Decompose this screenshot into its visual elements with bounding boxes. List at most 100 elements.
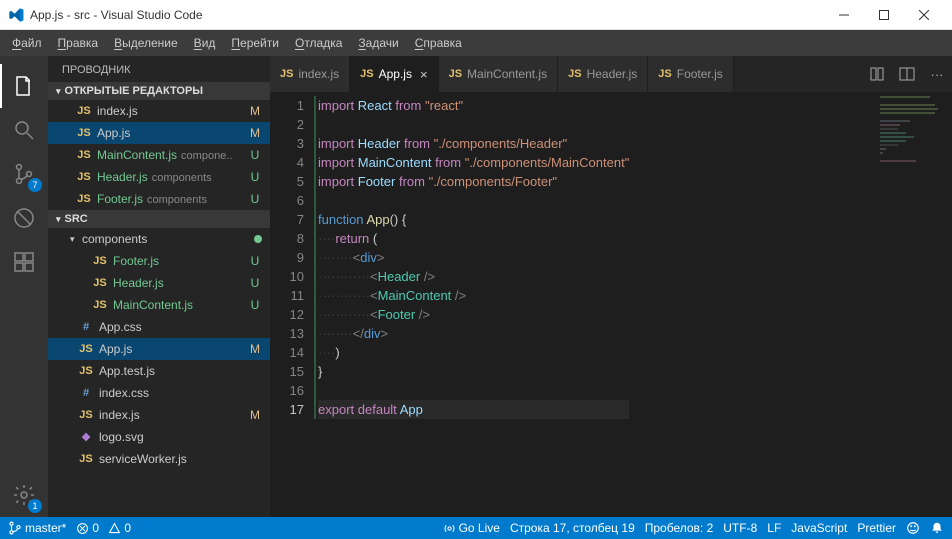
branch-item[interactable]: master*	[8, 521, 66, 535]
code-line[interactable]: export default App	[318, 400, 629, 419]
menu-item[interactable]: Вид	[188, 34, 222, 52]
problems-item[interactable]: 0 0	[76, 521, 131, 535]
file-name: App.js	[97, 126, 248, 140]
file-item[interactable]: JS serviceWorker.js	[48, 448, 270, 470]
open-editors-header[interactable]: ▾ОТКРЫТЫЕ РЕДАКТОРЫ	[48, 82, 270, 100]
menu-item[interactable]: Выделение	[108, 34, 184, 52]
open-editor-item[interactable]: JS Footer.jscomponents U	[48, 188, 270, 210]
file-icon: JS	[449, 68, 462, 80]
open-editor-item[interactable]: JS Header.jscomponents U	[48, 166, 270, 188]
file-item[interactable]: JS Footer.js U	[48, 250, 270, 272]
scm-button[interactable]: 7	[0, 152, 48, 196]
code-line[interactable]: import Footer from "./components/Footer"	[318, 172, 629, 191]
code-line[interactable]: }	[318, 362, 629, 381]
file-name: Footer.jscomponents	[97, 192, 248, 206]
file-item[interactable]: JS MainContent.js U	[48, 294, 270, 316]
editor-tab[interactable]: JS index.js	[270, 56, 350, 92]
open-editors-label: ОТКРЫТЫЕ РЕДАКТОРЫ	[65, 85, 204, 97]
code-line[interactable]: ········<div>	[318, 248, 629, 267]
chevron-down-icon: ▾	[70, 234, 80, 245]
code-line[interactable]: ············<Header />	[318, 267, 629, 286]
code-line[interactable]: ····)	[318, 343, 629, 362]
maximize-button[interactable]	[864, 0, 904, 30]
minimap[interactable]	[878, 92, 938, 517]
tab-label: index.js	[298, 67, 339, 81]
file-name: serviceWorker.js	[99, 452, 248, 466]
code-line[interactable]	[318, 115, 629, 134]
git-status: U	[248, 254, 262, 268]
settings-button[interactable]: 1	[0, 473, 48, 517]
notifications-item[interactable]	[930, 521, 944, 535]
menu-item[interactable]: Файл	[6, 34, 48, 52]
code-lines[interactable]: import React from "react" import Header f…	[318, 92, 629, 517]
file-item[interactable]: JS index.js M	[48, 404, 270, 426]
golive-item[interactable]: Go Live	[443, 521, 500, 535]
file-item[interactable]: ❖ logo.svg	[48, 426, 270, 448]
file-icon: JS	[568, 68, 581, 80]
code-line[interactable]: ············<Footer />	[318, 305, 629, 324]
editor-tab[interactable]: JS Footer.js	[648, 56, 734, 92]
line-number: 15	[270, 362, 304, 381]
menu-item[interactable]: Правка	[52, 34, 105, 52]
sidebar-title: ПРОВОДНИК	[48, 56, 270, 82]
line-number: 17	[270, 400, 304, 419]
search-button[interactable]	[0, 108, 48, 152]
editor-tab[interactable]: JS Header.js	[558, 56, 648, 92]
code-line[interactable]: function App() {	[318, 210, 629, 229]
indent-item[interactable]: Пробелов: 2	[645, 521, 714, 535]
code-line[interactable]	[318, 191, 629, 210]
vertical-scrollbar[interactable]	[940, 92, 952, 517]
project-header[interactable]: ▾SRC	[48, 210, 270, 228]
open-editor-item[interactable]: JS index.js M	[48, 100, 270, 122]
open-editor-item[interactable]: JS MainContent.jscompone.. U	[48, 144, 270, 166]
menu-item[interactable]: Отладка	[289, 34, 348, 52]
menu-item[interactable]: Справка	[409, 34, 468, 52]
extensions-button[interactable]	[0, 240, 48, 284]
explorer-button[interactable]	[0, 64, 48, 108]
compare-button[interactable]	[862, 56, 892, 92]
split-button[interactable]	[892, 56, 922, 92]
close-button[interactable]	[904, 0, 944, 30]
vscode-icon	[8, 7, 24, 23]
formatter-item[interactable]: Prettier	[857, 521, 896, 535]
git-dot-icon	[254, 235, 262, 243]
debug-button[interactable]	[0, 196, 48, 240]
code-area[interactable]: 1234567891011121314151617 import React f…	[270, 92, 952, 517]
lang-item[interactable]: JavaScript	[791, 521, 847, 535]
open-editor-item[interactable]: JS App.js M	[48, 122, 270, 144]
folder-components[interactable]: ▾components	[48, 228, 270, 250]
file-item[interactable]: # App.css	[48, 316, 270, 338]
file-item[interactable]: JS App.test.js	[48, 360, 270, 382]
code-line[interactable]: import Header from "./components/Header"	[318, 134, 629, 153]
cursor-pos-item[interactable]: Строка 17, столбец 19	[510, 521, 635, 535]
close-icon[interactable]: ×	[420, 67, 428, 82]
code-line[interactable]: ········</div>	[318, 324, 629, 343]
git-status: U	[248, 192, 262, 206]
file-icon: ❖	[78, 431, 94, 444]
tab-label: Header.js	[587, 67, 638, 81]
encoding-item[interactable]: UTF-8	[723, 521, 757, 535]
code-line[interactable]: import MainContent from "./components/Ma…	[318, 153, 629, 172]
code-line[interactable]	[318, 381, 629, 400]
eol-item[interactable]: LF	[767, 521, 781, 535]
menu-item[interactable]: Задачи	[352, 34, 404, 52]
more-button[interactable]: ···	[922, 56, 952, 92]
minimize-button[interactable]	[824, 0, 864, 30]
line-number: 7	[270, 210, 304, 229]
file-item[interactable]: JS App.js M	[48, 338, 270, 360]
file-name: App.css	[99, 320, 248, 334]
editor-tab[interactable]: JS MainContent.js	[439, 56, 559, 92]
feedback-item[interactable]	[906, 521, 920, 535]
file-item[interactable]: # index.css	[48, 382, 270, 404]
file-icon: #	[78, 387, 94, 399]
tab-label: Footer.js	[677, 67, 723, 81]
line-gutter: 1234567891011121314151617	[270, 92, 318, 517]
menubar: ФайлПравкаВыделениеВидПерейтиОтладкаЗада…	[0, 30, 952, 56]
code-line[interactable]: import React from "react"	[318, 96, 629, 115]
code-line[interactable]: ············<MainContent />	[318, 286, 629, 305]
file-item[interactable]: JS Header.js U	[48, 272, 270, 294]
menu-item[interactable]: Перейти	[225, 34, 285, 52]
sidebar: ПРОВОДНИК ▾ОТКРЫТЫЕ РЕДАКТОРЫ JS index.j…	[48, 56, 270, 517]
editor-tab[interactable]: JS App.js ×	[350, 56, 438, 92]
code-line[interactable]: ····return (	[318, 229, 629, 248]
